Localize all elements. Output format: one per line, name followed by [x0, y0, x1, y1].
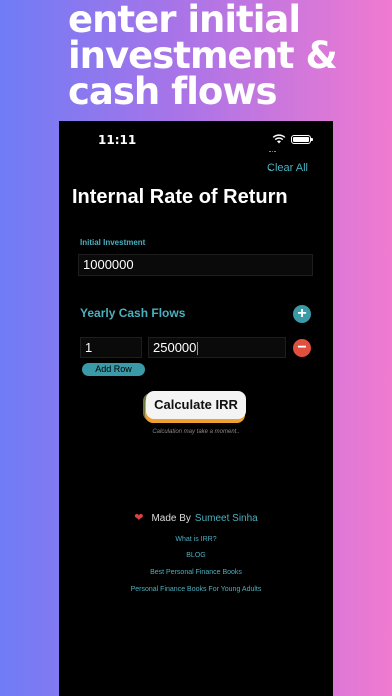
calculation-note: Calculation may take a moment.. — [152, 429, 240, 435]
initial-investment-field[interactable]: 1000000 — [78, 254, 313, 276]
what-is-irr-link[interactable]: What is IRR? — [59, 536, 333, 543]
remove-row-icon[interactable]: − — [293, 339, 311, 357]
wifi-icon — [272, 134, 286, 144]
heart-icon: ❤ — [134, 512, 144, 524]
phone-screen: 11:11 Clear All Internal Rate of Return … — [59, 121, 333, 696]
finance-books-link[interactable]: Best Personal Finance Books — [59, 569, 333, 576]
young-adults-books-link[interactable]: Personal Finance Books For Young Adults — [59, 586, 333, 593]
headline-line-1: enter initial — [68, 0, 301, 41]
page-title: Internal Rate of Return — [72, 186, 288, 208]
made-by-line: ❤ Made By Sumeet Sinha — [59, 511, 333, 524]
clear-all-button[interactable]: Clear All — [267, 162, 308, 174]
author-link[interactable]: Sumeet Sinha — [195, 513, 258, 524]
year-field[interactable]: 1 — [80, 337, 142, 358]
battery-icon — [291, 135, 313, 144]
headline-line-3: cash flows — [68, 70, 278, 113]
blog-link[interactable]: BLOG — [59, 552, 333, 559]
status-bar: 11:11 — [59, 131, 333, 170]
cash-flows-heading: Yearly Cash Flows — [80, 306, 186, 320]
add-cash-flow-icon[interactable]: + — [293, 305, 311, 323]
cash-flow-amount-value: 250000 — [153, 340, 197, 355]
promo-headline: enter initial investment & cash flows — [68, 0, 388, 113]
text-cursor — [197, 342, 199, 356]
calculate-irr-button[interactable]: Calculate IRR — [146, 391, 246, 419]
made-by-label: Made By — [151, 513, 191, 524]
headline-line-2: investment & — [68, 34, 338, 77]
status-time: 11:11 — [98, 133, 137, 147]
add-row-button[interactable]: Add Row — [82, 363, 145, 376]
initial-investment-label: Initial Investment — [80, 238, 146, 247]
cash-flow-amount-field[interactable]: 250000 — [148, 337, 286, 358]
